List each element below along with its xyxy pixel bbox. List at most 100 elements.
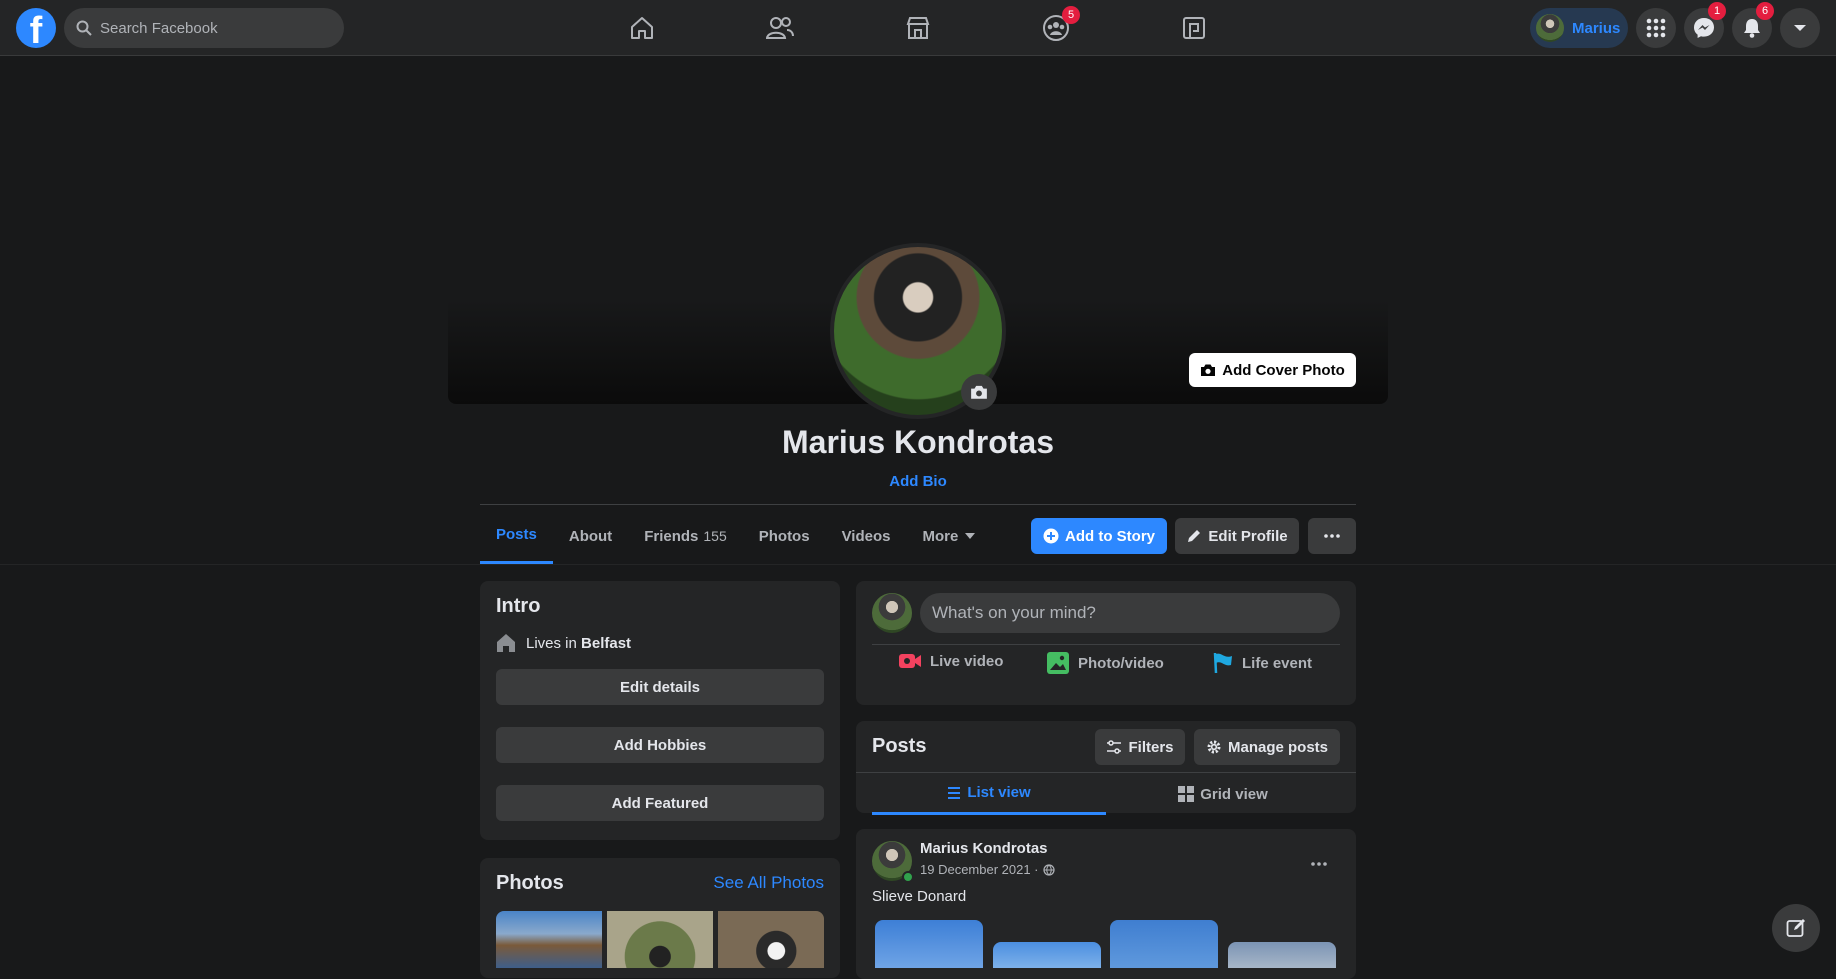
list-view-label: List view	[967, 784, 1031, 801]
nav-friends[interactable]	[724, 4, 836, 52]
live-video-label: Live video	[930, 652, 1004, 670]
photo-thumbnail[interactable]	[607, 911, 713, 968]
groups-badge: 5	[1062, 6, 1080, 24]
list-icon	[948, 786, 961, 799]
live-video-button[interactable]: Live video	[898, 651, 1003, 671]
list-view-tab[interactable]: List view	[872, 773, 1106, 815]
tab-videos[interactable]: Videos	[826, 508, 907, 564]
tab-about-label: About	[568, 527, 613, 545]
grid-menu-icon	[1646, 18, 1666, 38]
posts-header-card: Posts Filters Manage posts List view Gri…	[856, 721, 1356, 815]
edit-details-button[interactable]: Edit details	[496, 669, 824, 705]
post-image[interactable]	[1228, 942, 1336, 968]
post-date[interactable]: 19 December 2021 ·	[920, 862, 1039, 877]
filters-button[interactable]: Filters	[1095, 729, 1185, 765]
add-cover-photo-button[interactable]: Add Cover Photo	[1189, 353, 1356, 387]
avatar[interactable]	[872, 593, 912, 633]
update-profile-picture-button[interactable]	[961, 374, 997, 410]
add-cover-photo-label: Add Cover Photo	[1222, 361, 1345, 379]
add-to-story-label: Add to Story	[1065, 527, 1155, 545]
house-icon	[497, 634, 515, 652]
messenger-button[interactable]: 1	[1684, 2, 1726, 48]
photo-icon	[1047, 652, 1069, 674]
notifications-button[interactable]: 6	[1732, 2, 1774, 48]
search-placeholder: Search Facebook	[100, 19, 218, 37]
search-icon	[76, 20, 92, 36]
tab-friends-label: Friends	[644, 527, 699, 545]
tab-more-label: More	[922, 527, 959, 545]
top-navigation-bar: f Search Facebook 5 Marius 1 6	[0, 0, 1836, 56]
compose-icon	[1786, 919, 1805, 937]
post-options-button[interactable]	[1310, 853, 1328, 871]
grid-view-tab[interactable]: Grid view	[1106, 773, 1340, 815]
edit-profile-label: Edit Profile	[1208, 527, 1288, 545]
facebook-logo-icon[interactable]: f	[16, 8, 56, 48]
notifications-badge: 6	[1756, 2, 1774, 20]
messenger-icon	[1694, 18, 1714, 38]
add-bio-link[interactable]: Add Bio	[0, 473, 1836, 490]
grid-view-label: Grid view	[1200, 785, 1268, 803]
caret-down-icon	[1794, 25, 1806, 31]
post-meta: 19 December 2021 ·	[920, 862, 1055, 877]
flag-icon	[1213, 652, 1232, 674]
post-image[interactable]	[993, 942, 1101, 968]
nav-groups[interactable]: 5	[1000, 4, 1112, 52]
photo-thumbnail[interactable]	[496, 911, 602, 968]
edit-profile-button[interactable]: Edit Profile	[1175, 518, 1299, 554]
life-event-button[interactable]: Life event	[1212, 651, 1312, 675]
whats-on-your-mind-input[interactable]: What's on your mind?	[920, 593, 1340, 633]
more-horizontal-icon	[1324, 534, 1340, 538]
tab-posts[interactable]: Posts	[480, 508, 553, 564]
divider	[480, 504, 1356, 505]
lives-in-prefix: Lives in	[526, 634, 577, 652]
more-options-button[interactable]	[1308, 518, 1356, 554]
intro-card: Intro Lives in Belfast Edit details Add …	[480, 581, 840, 840]
gaming-icon	[1183, 17, 1205, 39]
posts-title: Posts	[872, 735, 927, 757]
tab-posts-label: Posts	[496, 526, 537, 543]
menu-button[interactable]	[1636, 8, 1676, 48]
tab-more[interactable]: More	[907, 508, 993, 564]
add-hobbies-button[interactable]: Add Hobbies	[496, 727, 824, 763]
nav-marketplace[interactable]	[862, 4, 974, 52]
post-image[interactable]	[1110, 920, 1218, 968]
photo-video-label: Photo/video	[1078, 654, 1164, 672]
add-featured-button[interactable]: Add Featured	[496, 785, 824, 821]
bell-icon	[1744, 19, 1760, 38]
photo-thumbnail[interactable]	[718, 911, 824, 968]
profile-tabs: Posts About Friends 155 Photos Videos Mor…	[480, 508, 992, 564]
tab-about[interactable]: About	[553, 508, 628, 564]
nav-gaming[interactable]	[1138, 4, 1250, 52]
see-all-photos-link[interactable]: See All Photos	[713, 873, 824, 893]
nav-home[interactable]	[586, 4, 698, 52]
friends-count: 155	[703, 528, 727, 544]
marketplace-icon	[906, 17, 930, 39]
more-horizontal-icon	[1311, 862, 1327, 866]
new-message-button[interactable]	[1772, 904, 1820, 952]
tab-photos-label: Photos	[758, 527, 810, 545]
tab-photos[interactable]: Photos	[743, 508, 826, 564]
grid-icon	[1178, 786, 1195, 802]
pencil-icon	[1188, 530, 1201, 542]
add-to-story-button[interactable]: Add to Story	[1031, 518, 1167, 554]
header-bottom-border	[0, 564, 1836, 565]
search-input[interactable]: Search Facebook	[64, 8, 344, 48]
filters-label: Filters	[1128, 738, 1174, 756]
account-menu-button[interactable]	[1780, 8, 1820, 48]
lives-in-city[interactable]: Belfast	[581, 635, 631, 652]
lives-in-row: Lives in Belfast	[496, 633, 631, 653]
home-icon	[631, 17, 653, 39]
manage-posts-label: Manage posts	[1227, 738, 1329, 756]
post-author[interactable]: Marius Kondrotas	[920, 840, 1048, 857]
profile-shortcut[interactable]: Marius	[1530, 8, 1628, 48]
tab-friends[interactable]: Friends 155	[628, 508, 743, 564]
profile-shortcut-name: Marius	[1572, 19, 1621, 37]
messenger-badge: 1	[1708, 2, 1726, 20]
photo-video-button[interactable]: Photo/video	[1046, 651, 1164, 675]
camera-icon	[1201, 364, 1216, 376]
online-status-dot	[902, 871, 914, 883]
caret-down-icon	[965, 533, 976, 539]
manage-posts-button[interactable]: Manage posts	[1194, 729, 1340, 765]
post-image[interactable]	[875, 920, 983, 968]
camera-icon	[971, 385, 987, 399]
